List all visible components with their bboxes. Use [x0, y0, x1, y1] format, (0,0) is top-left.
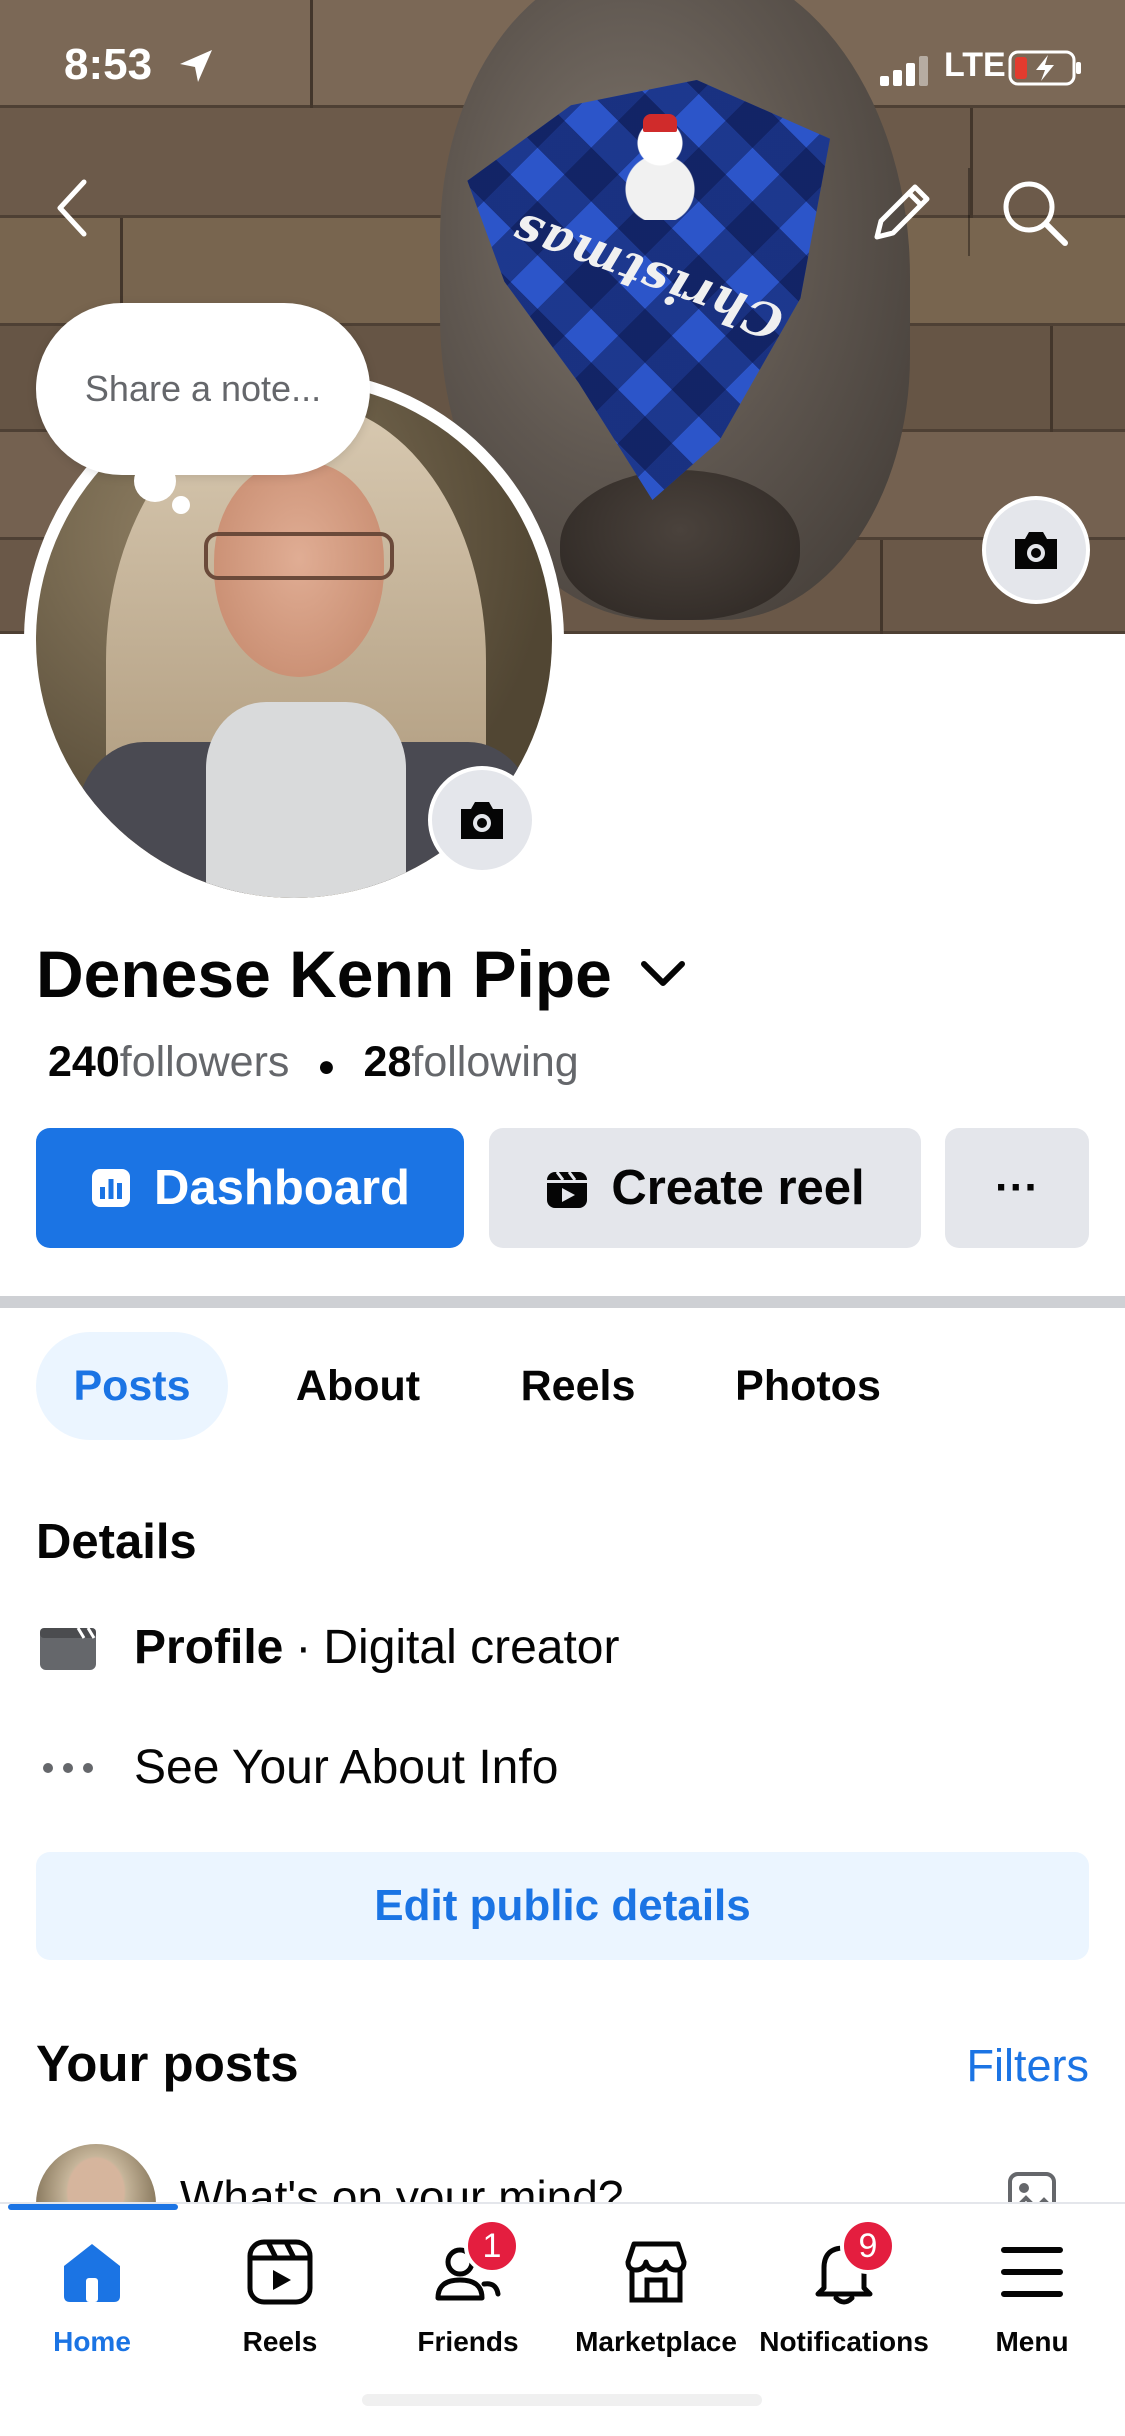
battery-charging-icon — [1008, 50, 1081, 86]
followers-label[interactable]: followers — [120, 1038, 290, 1087]
friends-icon: 1 — [428, 2218, 520, 2312]
profile-type-value: Digital creator — [323, 1621, 620, 1674]
share-note-bubble[interactable]: Share a note... — [36, 303, 370, 475]
detail-separator: · — [295, 1621, 312, 1674]
nav-marketplace[interactable]: Marketplace — [562, 2232, 750, 2382]
status-time: 8:53 — [64, 40, 153, 89]
notifications-badge: 9 — [840, 2218, 896, 2274]
chevron-down-icon — [640, 961, 685, 986]
reel-icon — [547, 1171, 588, 1208]
camera-icon — [461, 802, 503, 839]
filters-link[interactable]: Filters — [967, 2040, 1090, 2092]
edit-public-details-button[interactable]: Edit public details — [36, 1852, 1089, 1960]
friends-badge: 1 — [464, 2218, 520, 2274]
chevron-left-icon — [57, 179, 87, 237]
profile-type-icon — [36, 1621, 100, 1675]
dog-snout — [560, 470, 800, 620]
nav-home-label: Home — [53, 2326, 131, 2357]
profile-tabs: Posts About Reels Photos — [36, 1332, 1089, 1440]
following-label[interactable]: following — [411, 1038, 578, 1087]
profile-name-switcher[interactable]: Denese Kenn Pipe — [36, 936, 688, 1012]
profile-type-label: Profile — [134, 1621, 284, 1674]
more-horizontal-icon — [36, 1741, 100, 1795]
network-type: LTE — [944, 46, 1006, 84]
follow-stats: 240 followers ● 28 following — [48, 1038, 579, 1087]
edit-cover-photo-button[interactable] — [982, 496, 1090, 604]
profile-name: Denese Kenn Pipe — [36, 937, 612, 1011]
tab-posts[interactable]: Posts — [36, 1332, 228, 1440]
edit-profile-button[interactable] — [860, 170, 944, 254]
share-note-placeholder: Share a note... — [84, 368, 322, 409]
reels-icon — [240, 2232, 320, 2312]
bell-icon: 9 — [804, 2218, 896, 2312]
camera-icon — [1015, 532, 1057, 569]
back-button[interactable] — [40, 170, 104, 246]
note-bubble-tail — [172, 496, 190, 514]
dashboard-button[interactable]: Dashboard — [36, 1128, 464, 1248]
section-divider — [0, 1296, 1125, 1308]
nav-friends[interactable]: 1 Friends — [374, 2218, 562, 2382]
nav-reels[interactable]: Reels — [186, 2232, 374, 2382]
note-bubble-tail — [134, 460, 176, 502]
pencil-icon — [874, 184, 930, 240]
nav-menu-label: Menu — [995, 2326, 1069, 2357]
nav-notifications[interactable]: 9 Notifications — [750, 2218, 938, 2382]
tab-about[interactable]: About — [268, 1332, 448, 1440]
more-options-button[interactable]: ··· — [945, 1128, 1089, 1248]
avatar-shirt — [206, 702, 406, 898]
your-posts-heading: Your posts — [36, 2035, 299, 2092]
nav-reels-label: Reels — [242, 2326, 318, 2357]
home-indicator[interactable] — [362, 2394, 762, 2406]
location-arrow-icon — [180, 50, 212, 82]
see-about-info-label: See Your About Info — [134, 1741, 559, 1794]
dashboard-label: Dashboard — [154, 1161, 410, 1215]
nav-notifications-label: Notifications — [759, 2326, 929, 2357]
nav-marketplace-label: Marketplace — [575, 2326, 737, 2357]
status-bar: 8:53 LTE — [0, 0, 1125, 140]
avatar-glasses — [204, 532, 394, 580]
search-button[interactable] — [990, 168, 1080, 258]
edit-public-details-label: Edit public details — [374, 1881, 751, 1930]
marketplace-icon — [616, 2232, 696, 2312]
nav-friends-label: Friends — [417, 2326, 519, 2357]
header-divider — [968, 168, 970, 256]
create-reel-button[interactable]: Create reel — [489, 1128, 921, 1248]
separator-dot: ● — [317, 1050, 336, 1083]
search-icon — [1003, 181, 1068, 246]
detail-profile-type: Profile · Digital creator — [36, 1620, 619, 1675]
dashboard-icon — [92, 1169, 131, 1207]
menu-icon — [992, 2232, 1072, 2312]
nav-menu[interactable]: Menu — [938, 2232, 1125, 2382]
edit-profile-picture-button[interactable] — [428, 766, 536, 874]
more-dots-icon: ··· — [995, 1163, 1039, 1212]
followers-count[interactable]: 240 — [48, 1038, 120, 1087]
home-icon — [52, 2232, 132, 2312]
signal-icon — [880, 56, 928, 86]
create-reel-label: Create reel — [611, 1161, 865, 1215]
active-tab-indicator — [8, 2204, 178, 2210]
see-about-info-link[interactable]: See Your About Info — [36, 1740, 558, 1795]
nav-home[interactable]: Home — [0, 2232, 186, 2382]
details-heading: Details — [36, 1515, 197, 1569]
tab-reels[interactable]: Reels — [498, 1332, 658, 1440]
tab-photos[interactable]: Photos — [708, 1332, 908, 1440]
floor-seam — [1050, 326, 1053, 432]
floor-seam — [880, 540, 883, 634]
following-count[interactable]: 28 — [364, 1038, 412, 1087]
profile-actions: Dashboard Create reel ··· — [36, 1128, 1089, 1248]
